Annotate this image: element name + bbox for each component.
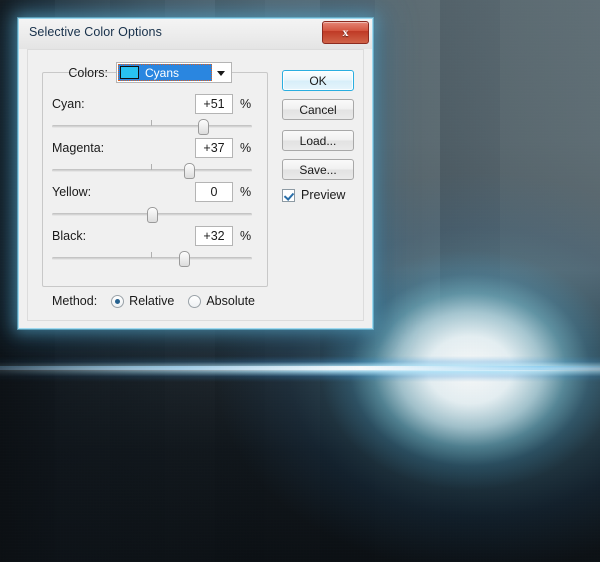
yellow-value-input[interactable]: 0 <box>195 182 233 202</box>
colors-selected-value: Cyans <box>145 65 180 80</box>
dialog-client-area: Colors: Cyans Cyan: +51 % Magenta: +37 %… <box>27 49 364 321</box>
black-slider-thumb[interactable] <box>179 251 190 267</box>
radio-relative[interactable]: Relative <box>111 294 174 308</box>
magenta-slider-center-tick <box>151 164 152 170</box>
yellow-slider-thumb[interactable] <box>147 207 158 223</box>
cancel-button[interactable]: Cancel <box>282 99 354 120</box>
chevron-down-icon <box>217 71 225 76</box>
slider-group-magenta: Magenta: +37 % <box>52 138 252 179</box>
slider-head-black: Black: +32 % <box>52 226 252 248</box>
slider-group-yellow: Yellow: 0 % <box>52 182 252 223</box>
black-unit: % <box>240 229 252 243</box>
cyan-value-input[interactable]: +51 <box>195 94 233 114</box>
radio-absolute[interactable]: Absolute <box>188 294 255 308</box>
save-button[interactable]: Save... <box>282 159 354 180</box>
slider-head-magenta: Magenta: +37 % <box>52 138 252 160</box>
ok-button[interactable]: OK <box>282 70 354 91</box>
colors-dropdown-selection: Cyans <box>118 64 212 81</box>
dialog-title: Selective Color Options <box>29 25 162 39</box>
black-label: Black: <box>52 229 87 243</box>
slider-group-cyan: Cyan: +51 % <box>52 94 252 135</box>
load-button[interactable]: Load... <box>282 130 354 151</box>
method-label: Method: <box>52 294 98 308</box>
slider-group-black: Black: +32 % <box>52 226 252 267</box>
colors-label: Colors: <box>68 65 108 80</box>
magenta-slider-thumb[interactable] <box>184 163 195 179</box>
slider-head-cyan: Cyan: +51 % <box>52 94 252 116</box>
close-button[interactable]: x <box>322 21 369 44</box>
preview-checkbox[interactable] <box>282 188 295 202</box>
cyan-slider[interactable] <box>52 118 252 135</box>
magenta-value-input[interactable]: +37 <box>195 138 233 158</box>
magenta-unit: % <box>240 141 252 155</box>
magenta-slider[interactable] <box>52 162 252 179</box>
yellow-unit: % <box>240 185 252 199</box>
black-value-input[interactable]: +32 <box>195 226 233 246</box>
colors-dropdown[interactable]: Cyans <box>116 62 232 83</box>
cyan-slider-track <box>52 125 252 128</box>
cyan-slider-center-tick <box>151 120 152 126</box>
magenta-slider-track <box>52 169 252 172</box>
colors-row: Colors: Cyans <box>52 62 232 83</box>
radio-absolute-label: Absolute <box>206 294 255 308</box>
radio-relative-icon <box>111 294 125 308</box>
method-row: Method: Relative Absolute <box>52 294 255 308</box>
yellow-slider[interactable] <box>52 206 252 223</box>
color-swatch-icon <box>120 66 139 79</box>
black-slider-track <box>52 257 252 260</box>
radio-absolute-icon <box>188 294 202 308</box>
cyan-label: Cyan: <box>52 97 85 111</box>
close-icon: x <box>342 25 349 39</box>
dialog-button-column: OK Cancel Load... Save... Preview <box>282 70 354 202</box>
preview-label: Preview <box>301 188 346 202</box>
cyan-slider-thumb[interactable] <box>198 119 209 135</box>
dialog-title-bar[interactable]: Selective Color Options x <box>19 19 372 49</box>
selective-color-options-dialog: Selective Color Options x Colors: Cyans … <box>18 18 373 329</box>
black-slider-center-tick <box>151 252 152 258</box>
slider-head-yellow: Yellow: 0 % <box>52 182 252 204</box>
radio-relative-label: Relative <box>129 294 175 308</box>
magenta-label: Magenta: <box>52 141 105 155</box>
black-slider[interactable] <box>52 250 252 267</box>
yellow-label: Yellow: <box>52 185 92 199</box>
preview-checkbox-row[interactable]: Preview <box>282 188 354 202</box>
cyan-unit: % <box>240 97 252 111</box>
